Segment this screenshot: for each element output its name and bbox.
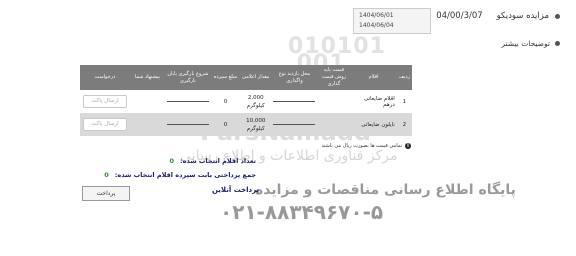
row-delivery (271, 90, 318, 113)
col-delivery: محل بازدید نوع واگذاری (271, 65, 318, 90)
items-table: ردیف اقلام قیمت پایه روش قیمت گذاری محل … (80, 65, 412, 136)
send-envelope-button[interactable]: ارسال پاکت (82, 95, 127, 108)
start-date: 1404/06/01 (359, 12, 394, 19)
col-transfer: شروع بارگیری پایان بارگیری (164, 65, 211, 90)
empty-dash (273, 100, 316, 102)
row-quantity: 2,000 کیلوگرم (240, 90, 272, 113)
selected-count-value: 0 (169, 157, 175, 165)
deposit-total-summary: جمع پرداختی بابت سپرده اقلام انتخاب شده:… (104, 171, 256, 179)
row-suggestion (129, 113, 165, 136)
col-suggestion: پیشنهاد شما (129, 65, 165, 90)
table-row: 1 اقلام ضایعاتی درهم 2,000 کیلوگرم 0 ارس… (80, 90, 412, 113)
currency-note: i تمامی قیمت ها بصورت ریال می باشند (321, 143, 411, 149)
row-request: ارسال پاکت (80, 113, 130, 136)
row-delivery (271, 113, 318, 136)
selected-count-label: تعداد اقلام انتخاب شده: (180, 157, 256, 165)
end-date: 1404/06/04 (359, 22, 394, 29)
bullet-icon (555, 41, 560, 46)
deposit-total-label: جمع پرداختی بابت سپرده اقلام انتخاب شده: (114, 171, 256, 179)
row-item: نایلون ضایعاتی (350, 113, 397, 136)
bullet-icon (555, 13, 560, 19)
col-deposit: مبلغ سپرده (210, 65, 241, 90)
row-index: 2 (396, 113, 412, 136)
deposit-total-value: 0 (104, 171, 109, 179)
col-row: ردیف (396, 65, 412, 90)
col-base-price: قیمت پایه روش قیمت گذاری (317, 65, 351, 90)
row-quantity: 10,000 کیلوگرم (240, 113, 272, 136)
row-transfer (164, 90, 211, 113)
date-range-box: 1404/06/01 1404/06/04 (353, 8, 431, 34)
row-base-price (317, 113, 351, 136)
auction-title-row: مزایده سودیکو 04/00/3/07 (436, 11, 560, 21)
table-header-row: ردیف اقلام قیمت پایه روش قیمت گذاری محل … (80, 65, 412, 90)
auction-title: مزایده سودیکو (496, 11, 549, 21)
empty-dash (273, 123, 316, 125)
empty-dash (166, 100, 209, 102)
watermark-line2: پایگاه اطلاع رسانی مناقصات و مزایده (255, 182, 516, 198)
row-deposit: 0 (210, 90, 241, 113)
online-payment-link[interactable]: پرداخت آنلاین (212, 186, 259, 194)
auction-number: 04/00/3/07 (436, 11, 483, 21)
send-envelope-button[interactable]: ارسال پاکت (82, 118, 127, 131)
watermark-phone: ۰۲۱-۸۸۳۴۹۶۷۰-۵ (220, 200, 384, 224)
empty-dash (166, 123, 209, 125)
pay-button[interactable]: پرداخت (82, 186, 130, 201)
row-deposit: 0 (210, 113, 241, 136)
row-request: ارسال پاکت (80, 90, 130, 113)
more-description-label: توضیحات بیشتر (501, 39, 550, 48)
row-transfer (164, 113, 211, 136)
col-item: اقلام (350, 65, 397, 90)
currency-note-text: تمامی قیمت ها بصورت ریال می باشند (321, 143, 402, 149)
col-request: درخواست (80, 65, 130, 90)
info-icon: i (405, 143, 411, 149)
col-quantity: مقدار اعلامی (240, 65, 272, 90)
selected-count-summary: تعداد اقلام انتخاب شده: 0 (170, 157, 257, 165)
table-row: 2 نایلون ضایعاتی 10,000 کیلوگرم 0 ارسال … (80, 113, 412, 136)
row-base-price (317, 90, 351, 113)
row-suggestion (129, 90, 165, 113)
row-item: اقلام ضایعاتی درهم (350, 90, 397, 113)
row-index: 1 (396, 90, 412, 113)
more-description-toggle[interactable]: توضیحات بیشتر (501, 39, 560, 48)
